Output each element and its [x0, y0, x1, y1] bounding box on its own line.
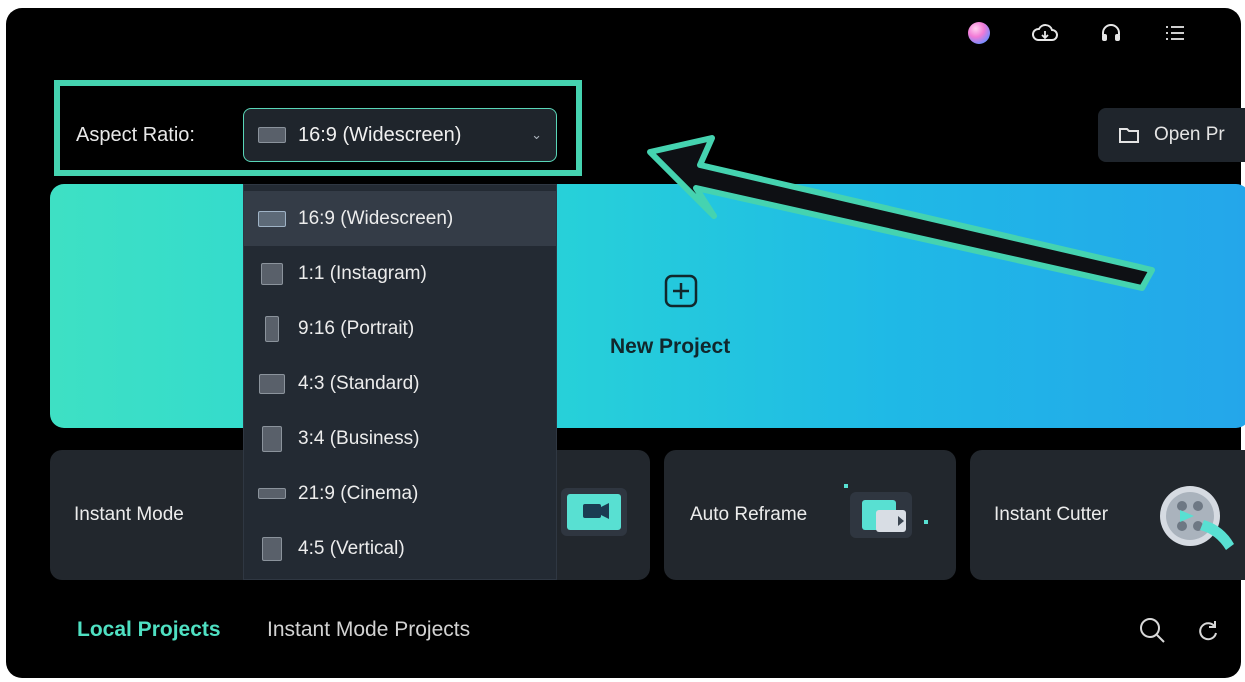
film-reel-icon [1160, 486, 1234, 550]
aspect-ratio-value: 16:9 (Widescreen) [298, 123, 462, 146]
option-label: 1:1 (Instagram) [298, 262, 427, 284]
option-1-1[interactable]: 1:1 (Instagram) [244, 246, 556, 301]
avatar[interactable] [966, 20, 992, 46]
aspect-ratio-dropdown: 16:9 (Widescreen) 1:1 (Instagram) 9:16 (… [243, 184, 557, 580]
option-label: 16:9 (Widescreen) [298, 207, 454, 229]
folder-icon [1119, 128, 1139, 143]
option-label: 4:5 (Vertical) [298, 537, 405, 559]
option-3-4[interactable]: 3:4 (Business) [244, 411, 556, 466]
square-icon [261, 262, 283, 285]
standard-icon [259, 373, 285, 394]
open-project-label: Open Pr [1154, 124, 1225, 145]
option-21-9[interactable]: 21:9 (Cinema) [244, 466, 556, 521]
reframe-thumbnail-icon [844, 484, 928, 538]
menu-icon[interactable] [1162, 20, 1188, 46]
aspect-ratio-select[interactable]: 16:9 (Widescreen) ⌄ [243, 108, 557, 162]
tab-local-projects[interactable]: Local Projects [77, 618, 221, 642]
plus-icon [664, 274, 698, 313]
widescreen-icon [258, 210, 286, 227]
vertical-icon [262, 536, 282, 561]
aspect-ratio-label: Aspect Ratio: [76, 124, 195, 146]
cloud-icon[interactable] [1032, 20, 1058, 46]
video-thumbnail-icon [561, 488, 627, 536]
option-9-16[interactable]: 9:16 (Portrait) [244, 301, 556, 356]
search-icon[interactable] [1138, 616, 1166, 644]
widescreen-icon [258, 127, 286, 143]
auto-reframe-card[interactable]: Auto Reframe [664, 450, 956, 580]
open-project-button[interactable]: Open Pr [1098, 108, 1245, 162]
card-label: Auto Reframe [690, 504, 808, 525]
headset-icon[interactable] [1098, 20, 1124, 46]
new-project-label: New Project [610, 335, 731, 358]
card-label: Instant Mode [74, 504, 184, 525]
option-label: 4:3 (Standard) [298, 372, 420, 394]
option-4-3[interactable]: 4:3 (Standard) [244, 356, 556, 411]
option-label: 9:16 (Portrait) [298, 317, 415, 339]
option-label: 21:9 (Cinema) [298, 482, 419, 504]
cinema-icon [258, 488, 286, 499]
portrait-icon [265, 315, 279, 342]
option-label: 3:4 (Business) [298, 427, 420, 449]
option-4-5[interactable]: 4:5 (Vertical) [244, 521, 556, 576]
new-project-banner[interactable] [50, 184, 1245, 428]
business-icon [262, 425, 282, 452]
refresh-icon[interactable] [1196, 618, 1220, 642]
tab-instant-mode-projects[interactable]: Instant Mode Projects [267, 618, 470, 642]
option-16-9[interactable]: 16:9 (Widescreen) [244, 191, 556, 246]
chevron-down-icon: ⌄ [531, 127, 542, 142]
instant-cutter-card[interactable]: Instant Cutter [970, 450, 1245, 580]
card-label: Instant Cutter [994, 504, 1109, 525]
